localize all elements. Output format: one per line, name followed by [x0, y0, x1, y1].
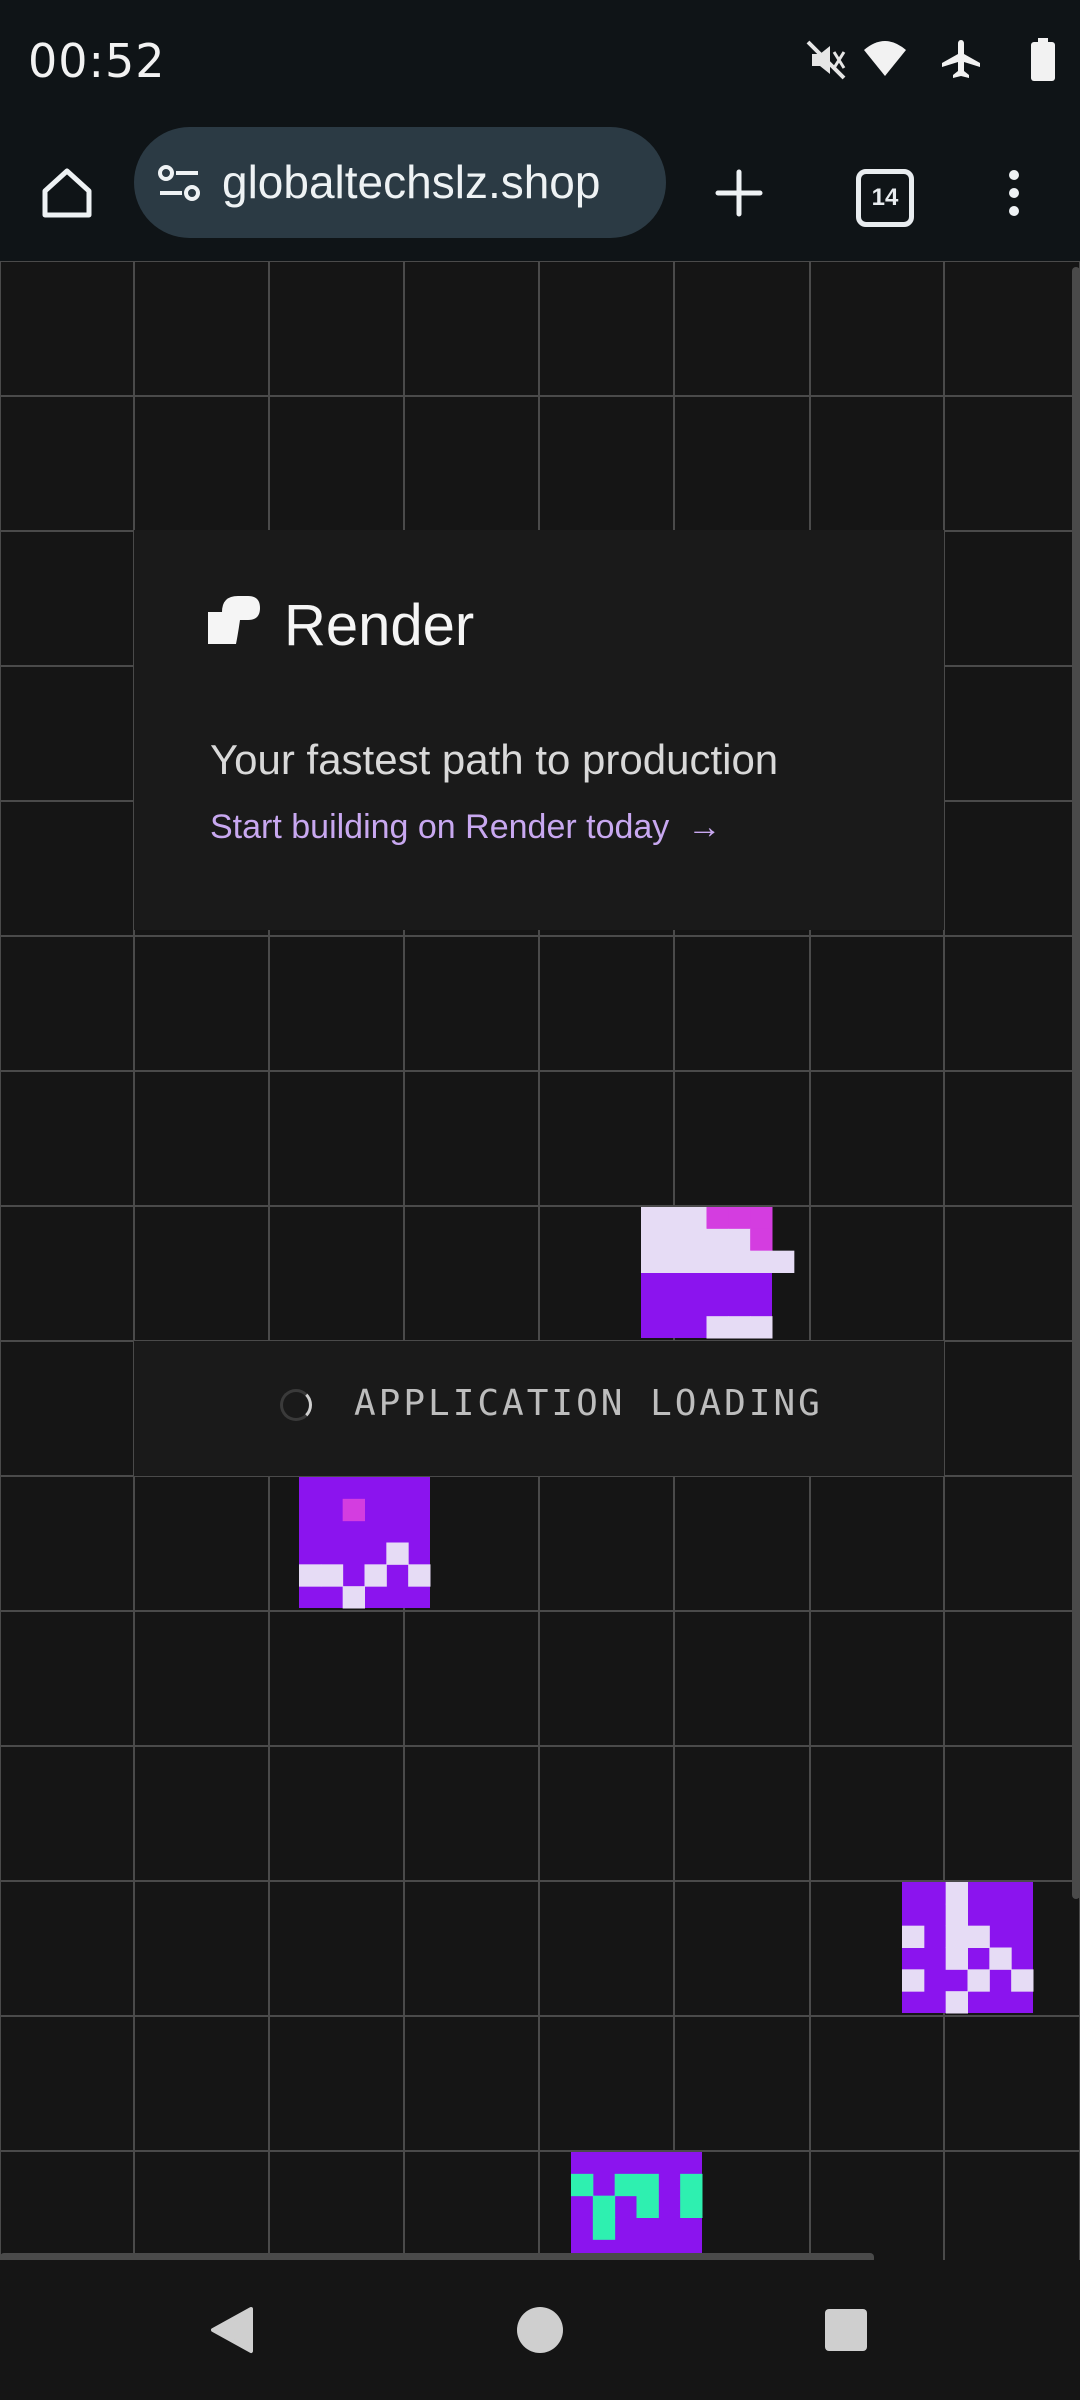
pixel-cell	[636, 2195, 659, 2218]
new-tab-button[interactable]	[694, 125, 784, 261]
home-icon	[42, 168, 92, 218]
pixel-cell	[750, 1207, 773, 1230]
pixel-cell	[592, 2195, 616, 2218]
pixel-cell	[641, 1250, 664, 1273]
back-button[interactable]	[152, 2260, 312, 2400]
pixel-cell	[750, 1228, 773, 1252]
home-circle-icon	[517, 2307, 563, 2353]
loading-indicator: APPLICATION LOADING	[134, 1341, 944, 1476]
new-tab-icon	[715, 169, 763, 217]
status-time: 00:52	[28, 34, 166, 88]
horizontal-scrollbar[interactable]	[0, 2253, 874, 2260]
pixel-cell	[614, 2173, 637, 2197]
start-building-link[interactable]: Start building on Render today →	[210, 808, 721, 847]
pixel-cell	[728, 1250, 751, 1273]
pixel-cell	[684, 1207, 707, 1230]
loading-label: APPLICATION LOADING	[354, 1383, 823, 1424]
pixel-cell	[342, 1498, 365, 1522]
recents-button[interactable]	[766, 2260, 926, 2400]
pixel-cell	[750, 1316, 773, 1339]
pixel-cell	[386, 1542, 409, 1565]
pixel-cell	[641, 1228, 664, 1252]
pixel-cell	[592, 2217, 616, 2240]
pixel-cell	[989, 1947, 1012, 1970]
arrow-right-icon: →	[687, 808, 722, 846]
pixel-cell	[902, 1969, 925, 1992]
tab-count: 14	[856, 169, 914, 227]
wifi-icon	[864, 41, 906, 76]
browser-toolbar: globaltechslz.shop 14	[0, 125, 1080, 261]
pixel-cell	[706, 1250, 729, 1273]
pixel-cell	[750, 1250, 773, 1273]
tabs-icon: 14	[856, 169, 914, 227]
pixel-cell	[408, 1564, 431, 1587]
pixel-cell	[967, 1925, 990, 1948]
cta-label: Start building on Render today	[210, 808, 670, 846]
pixel-cell	[636, 2173, 659, 2197]
home-button[interactable]	[22, 125, 112, 261]
pixel-cell	[680, 2173, 703, 2197]
pixel-cell	[706, 1316, 729, 1339]
vertical-scrollbar[interactable]	[1072, 267, 1080, 1899]
pixel-cell	[662, 1228, 686, 1252]
recents-icon	[825, 2309, 867, 2351]
spinner-icon	[280, 1389, 312, 1421]
pixel-cell	[684, 1228, 707, 1252]
mute-vibrate-icon	[806, 40, 846, 80]
pixel-cell	[299, 1564, 322, 1587]
pixel-cell	[706, 1207, 729, 1230]
home-nav-button[interactable]	[460, 2260, 620, 2400]
status-bar: 00:52	[0, 0, 1080, 125]
pixel-cell	[945, 1903, 968, 1927]
pixel-cell	[364, 1564, 387, 1587]
url-text[interactable]: globaltechslz.shop	[222, 155, 600, 209]
pixel-cell	[662, 1207, 686, 1230]
pixel-cell	[728, 1207, 751, 1230]
pixel-cell	[772, 1250, 795, 1273]
address-bar[interactable]: globaltechslz.shop	[134, 127, 666, 238]
hero-card: Render Your fastest path to production S…	[134, 530, 944, 930]
battery-icon	[1031, 38, 1055, 81]
pixel-cell	[662, 1250, 686, 1273]
pixel-cell	[945, 1925, 968, 1948]
pixel-cell	[684, 1250, 707, 1273]
site-settings-icon[interactable]	[156, 161, 202, 205]
tabs-button[interactable]: 14	[838, 125, 922, 261]
airplane-icon	[942, 40, 980, 78]
pixel-cell	[342, 1586, 365, 1609]
more-menu-icon	[1009, 170, 1019, 216]
pixel-cell	[641, 1207, 664, 1230]
pixel-cell	[945, 1882, 968, 1905]
tagline: Your fastest path to production	[210, 736, 779, 783]
pixel-cell	[680, 2195, 703, 2218]
render-logo-icon	[208, 596, 260, 644]
pixel-cell	[728, 1228, 751, 1252]
pixel-cell	[945, 1947, 968, 1970]
more-menu-button[interactable]	[972, 125, 1056, 261]
web-content[interactable]: Render Your fastest path to production S…	[0, 261, 1080, 2260]
pixel-cell	[571, 2173, 594, 2197]
brand-name: Render	[284, 593, 475, 658]
back-icon	[211, 2307, 253, 2353]
pixel-cell	[945, 1991, 968, 2014]
pixel-cell	[902, 1925, 925, 1948]
pixel-cell	[1011, 1969, 1034, 1992]
pixel-cell	[706, 1228, 729, 1252]
pixel-cell	[728, 1316, 751, 1339]
pixel-cell	[320, 1564, 344, 1587]
system-navigation-bar	[0, 2260, 1080, 2400]
pixel-cell	[967, 1969, 990, 1992]
